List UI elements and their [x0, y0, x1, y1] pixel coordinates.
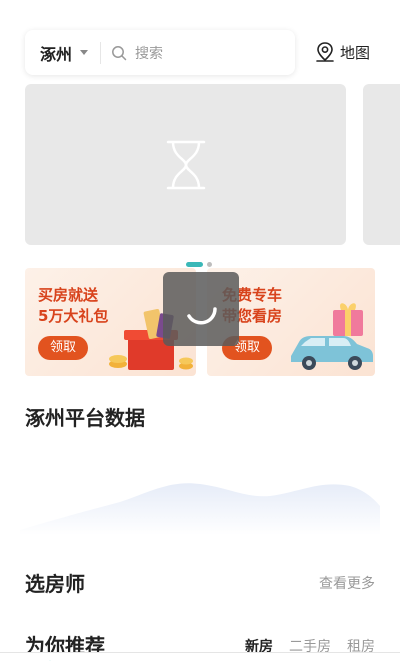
hourglass-icon — [166, 140, 205, 189]
see-more-link[interactable]: 查看更多 — [319, 573, 375, 593]
agents-title: 选房师 — [25, 572, 85, 596]
search-icon — [112, 45, 127, 60]
banner-slide[interactable] — [25, 84, 346, 245]
map-label: 地图 — [340, 43, 371, 62]
search-input[interactable]: 搜索 — [101, 30, 295, 75]
banner-slide-next[interactable] — [363, 84, 400, 245]
wave-placeholder — [20, 483, 380, 535]
carousel-dot-active — [186, 262, 203, 267]
promo-title: 买房就送 5万大礼包 — [38, 285, 108, 327]
promo-title-line1: 买房就送 — [38, 286, 99, 304]
search-bar: 涿州 搜索 — [25, 30, 295, 75]
location-pin-icon — [316, 42, 334, 62]
claim-button[interactable]: 领取 — [38, 336, 89, 360]
spinner-icon — [187, 307, 217, 325]
carousel-dot — [207, 262, 212, 267]
bottom-nav — [0, 652, 400, 661]
search-placeholder: 搜索 — [135, 45, 164, 62]
carousel-indicator — [186, 262, 212, 267]
chevron-down-icon — [80, 50, 89, 55]
promo-title-line2: 5万大礼包 — [38, 307, 109, 325]
city-label: 涿州 — [40, 44, 73, 64]
map-button[interactable]: 地图 — [314, 41, 370, 63]
car-icon — [291, 303, 373, 370]
loading-overlay — [163, 272, 239, 346]
city-selector[interactable]: 涿州 — [25, 30, 89, 75]
platform-data-title: 涿州平台数据 — [25, 406, 145, 430]
